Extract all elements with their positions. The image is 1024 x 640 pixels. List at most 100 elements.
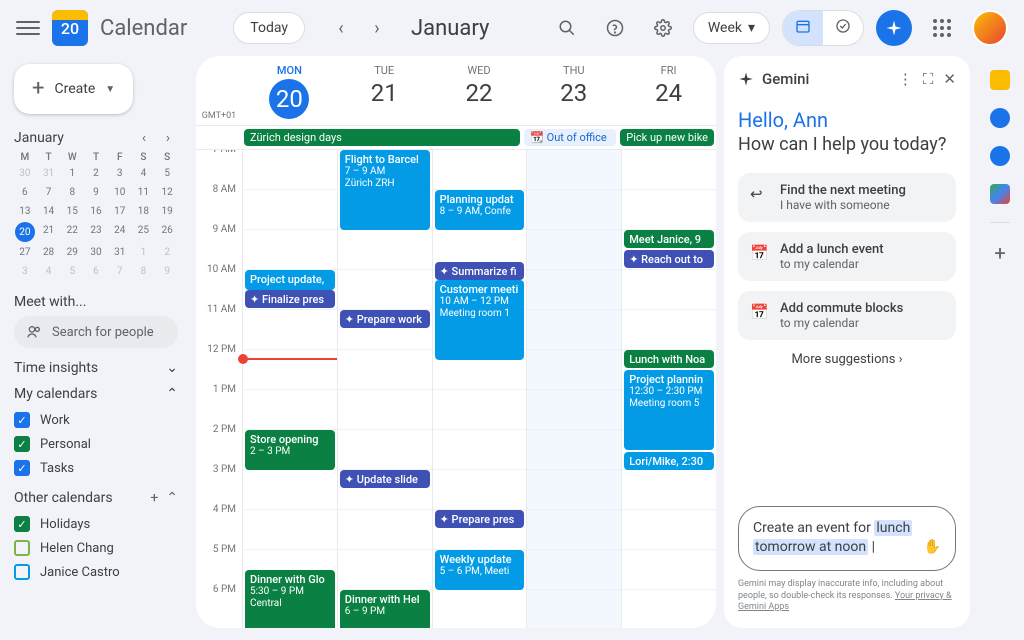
mini-cal-day[interactable]: 22 [61,222,83,242]
mini-cal-day[interactable]: 14 [38,203,60,220]
tasks-icon[interactable] [990,108,1010,128]
mini-cal-day[interactable]: 19 [156,203,178,220]
gemini-suggestion[interactable]: ↩Find the next meetingI have with someon… [738,173,956,222]
mini-cal-day[interactable]: 1 [133,244,155,261]
mini-cal-day[interactable]: 31 [109,244,131,261]
calendar-event[interactable]: ✦ Prepare work [340,310,430,328]
next-period-button[interactable]: › [363,14,391,42]
other-calendars-toggle[interactable]: Other calendars + ⌃ [14,490,178,506]
calendar-list-item[interactable]: ✓Holidays [14,512,178,536]
calendar-event[interactable]: ✦ Summarize fi [435,262,525,280]
help-icon[interactable] [597,10,633,46]
mini-cal-day[interactable]: 15 [61,203,83,220]
calendar-event[interactable]: Dinner with Hel6 – 9 PM [340,590,430,628]
mini-cal-day[interactable]: 21 [38,222,60,242]
mini-cal-day[interactable]: 20 [15,222,35,242]
calendar-event[interactable]: Planning updat8 – 9 AM, Confe [435,190,525,230]
gemini-suggestion[interactable]: 📅Add commute blocksto my calendar [738,291,956,340]
calendar-list-item[interactable]: ✓Work [14,408,178,432]
mini-cal-day[interactable]: 28 [38,244,60,261]
mini-cal-day[interactable]: 30 [14,165,36,182]
calendar-event[interactable]: ✦ Update slide [340,470,430,488]
allday-event[interactable]: Zürich design days [244,129,520,146]
my-calendars-toggle[interactable]: My calendars ⌃ [14,386,178,402]
mini-cal-day[interactable]: 7 [109,263,131,280]
mini-cal-day[interactable]: 3 [14,263,36,280]
view-selector[interactable]: Week▾ [693,12,770,44]
calendar-view-toggle[interactable] [783,11,823,45]
calendar-list-item[interactable]: Janice Castro [14,560,178,584]
mini-cal-day[interactable]: 8 [133,263,155,280]
mini-cal-day[interactable]: 26 [156,222,178,242]
mini-cal-day[interactable]: 5 [156,165,178,182]
mini-cal-day[interactable]: 12 [156,184,178,201]
day-header[interactable]: FRI24 [621,56,716,125]
mini-cal-day[interactable]: 8 [61,184,83,201]
mini-cal-day[interactable]: 18 [133,203,155,220]
apps-grid-icon[interactable] [924,10,960,46]
day-column-tue[interactable]: Flight to Barcel7 – 9 AMZürich ZRH ✦ Prep… [337,150,432,628]
main-menu-icon[interactable] [16,16,40,40]
calendar-event[interactable]: Store opening2 – 3 PM [245,430,335,470]
mini-cal-day[interactable]: 3 [109,165,131,182]
mini-cal-day[interactable]: 4 [133,165,155,182]
day-column-wed[interactable]: Planning updat8 – 9 AM, Confe ✦ Summarize… [432,150,527,628]
calendar-event[interactable]: Customer meeti10 AM – 12 PMMeeting room … [435,280,525,360]
calendar-event[interactable]: Project update, [245,270,335,290]
calendar-event[interactable]: Meet Janice, 9 [624,230,714,248]
calendar-event[interactable]: Project plannin12:30 – 2:30 PMMeeting ro… [624,370,714,450]
today-button[interactable]: Today [233,12,305,44]
mini-cal-day[interactable]: 7 [38,184,60,201]
mini-cal-day[interactable]: 27 [14,244,36,261]
search-people-input[interactable]: Search for people [14,316,178,348]
mini-cal-day[interactable]: 10 [109,184,131,201]
checkbox-icon[interactable]: ✓ [14,436,30,452]
expand-icon[interactable]: ⛶ [923,70,934,88]
mini-cal-day[interactable]: 1 [61,165,83,182]
calendar-event[interactable]: ✦ Finalize pres [245,290,335,308]
time-insights-toggle[interactable]: Time insights ⌄ [14,360,178,376]
allday-event[interactable]: 📆 Out of office [524,129,616,146]
checkbox-icon[interactable]: ✓ [14,460,30,476]
checkbox-icon[interactable]: ✓ [14,412,30,428]
calendar-list-item[interactable]: Helen Chang [14,536,178,560]
mini-cal-day[interactable]: 30 [85,244,107,261]
more-suggestions-button[interactable]: More suggestions › [738,352,956,367]
checkbox-icon[interactable] [14,540,30,556]
tasks-view-toggle[interactable] [823,11,863,45]
add-calendar-icon[interactable]: + [150,490,158,506]
mini-cal-next[interactable]: › [158,131,178,146]
mini-cal-day[interactable]: 17 [109,203,131,220]
gemini-button[interactable] [876,10,912,46]
mini-cal-day[interactable]: 6 [85,263,107,280]
mini-cal-day[interactable]: 2 [85,165,107,182]
day-column-fri[interactable]: Meet Janice, 9 ✦ Reach out toLunch with … [621,150,716,628]
account-avatar[interactable] [972,10,1008,46]
calendar-event[interactable]: Dinner with Glo5:30 – 9 PMCentral [245,570,335,628]
calendar-event[interactable]: Lori/Mike, 2:30 [624,452,714,470]
calendar-list-item[interactable]: ✓Tasks [14,456,178,480]
day-column-mon[interactable]: Project update,✦ Finalize pres Store open… [242,150,337,628]
calendar-list-item[interactable]: ✓Personal [14,432,178,456]
settings-icon[interactable] [645,10,681,46]
gemini-suggestion[interactable]: 📅Add a lunch eventto my calendar [738,232,956,281]
search-icon[interactable] [549,10,585,46]
mini-cal-day[interactable]: 6 [14,184,36,201]
add-addon-icon[interactable]: + [994,241,1005,265]
day-header[interactable]: MON20 [242,56,337,125]
mini-cal-day[interactable]: 11 [133,184,155,201]
calendar-event[interactable]: Flight to Barcel7 – 9 AMZürich ZRH [340,150,430,230]
mini-cal-day[interactable]: 13 [14,203,36,220]
mini-cal-day[interactable]: 31 [38,165,60,182]
mini-cal-day[interactable]: 4 [38,263,60,280]
gemini-input[interactable]: Create an event for lunch tomorrow at no… [738,506,956,571]
mini-cal-day[interactable]: 16 [85,203,107,220]
mini-cal-day[interactable]: 9 [85,184,107,201]
close-icon[interactable]: ✕ [943,70,956,88]
more-icon[interactable]: ⋮ [898,70,913,88]
maps-icon[interactable] [990,184,1010,204]
day-column-thu[interactable] [526,150,621,628]
mini-cal-day[interactable]: 9 [156,263,178,280]
calendar-event[interactable]: Weekly update5 – 6 PM, Meeti [435,550,525,590]
calendar-event[interactable]: Lunch with Noa [624,350,714,368]
